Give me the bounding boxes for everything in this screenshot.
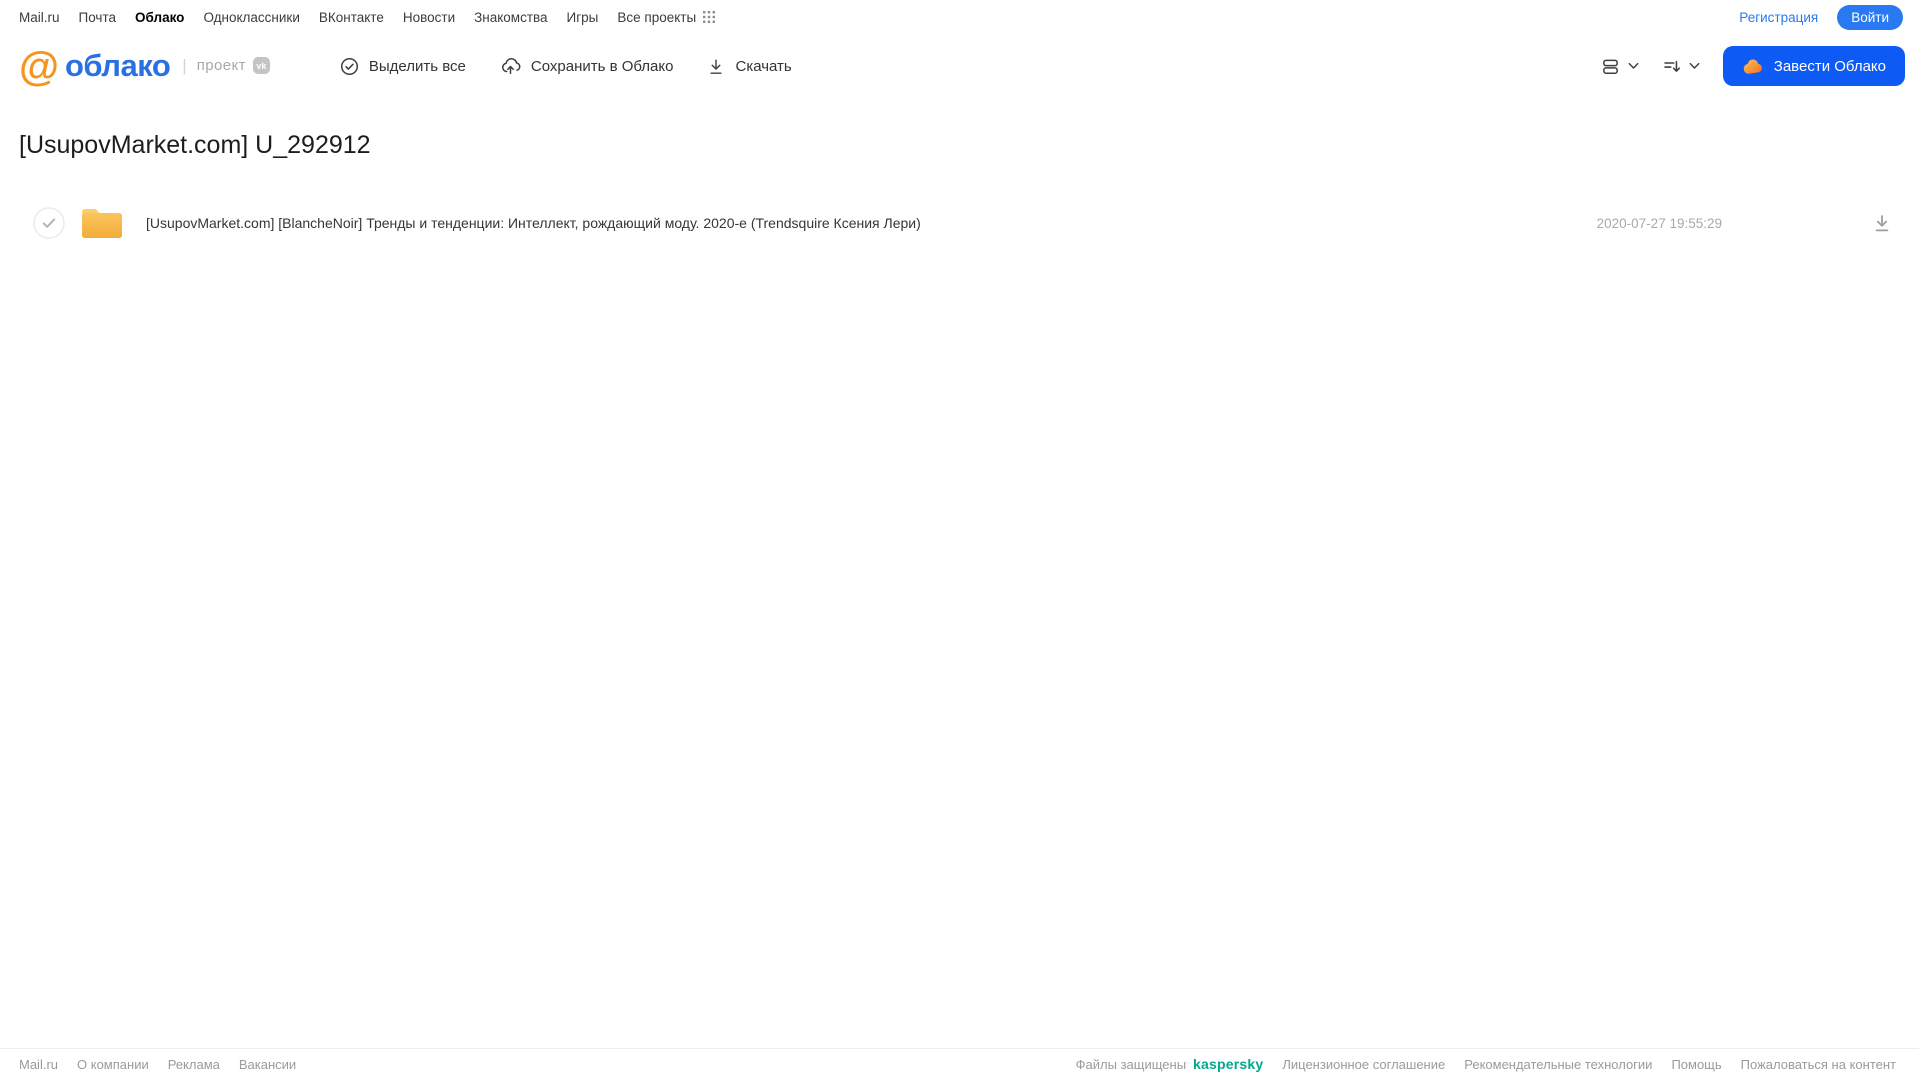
cloud-logo-label: облако <box>64 47 171 83</box>
header-right-controls: Завести Облако <box>1601 46 1905 86</box>
footer-link-report-content[interactable]: Пожаловаться на контент <box>1741 1057 1896 1072</box>
logo-separator: | <box>182 55 187 75</box>
mailru-at-icon: @ <box>19 42 59 89</box>
topnav-item-vkontakte[interactable]: ВКонтакте <box>319 10 384 25</box>
portal-navbar: Mail.ru Почта Облако Одноклассники ВКонт… <box>0 0 1919 34</box>
view-mode-toggle[interactable] <box>1601 57 1639 76</box>
kaspersky-logo[interactable]: kaspersky <box>1193 1056 1263 1072</box>
footer-right-links: Файлы защищены kaspersky Лицензионное со… <box>1076 1056 1896 1072</box>
topnav-item-pochta[interactable]: Почта <box>79 10 117 25</box>
create-cloud-button[interactable]: Завести Облако <box>1722 46 1905 86</box>
topnav-item-znakomstva[interactable]: Знакомства <box>474 10 547 25</box>
footer-link-ads[interactable]: Реклама <box>168 1057 220 1072</box>
main-content: [UsupovMarket.com] U_292912 [UsupovMarke… <box>0 131 1919 240</box>
all-projects-label: Все проекты <box>617 9 697 25</box>
file-toolbar: Выделить все Сохранить в Облако Скачать <box>340 56 792 76</box>
file-modified-date: 2020-07-27 19:55:29 <box>1596 215 1722 231</box>
download-icon <box>707 57 725 76</box>
footer-link-mailru[interactable]: Mail.ru <box>19 1057 58 1072</box>
page-title: [UsupovMarket.com] U_292912 <box>19 131 371 159</box>
footer-link-recommendation-tech[interactable]: Рекомендательные технологии <box>1464 1057 1652 1072</box>
row-select-checkbox[interactable] <box>33 207 65 239</box>
download-label: Скачать <box>735 57 792 75</box>
project-label: проект <box>196 57 246 75</box>
cloud-logo[interactable]: @ облако | проект vk <box>19 42 270 89</box>
protected-by-label: Файлы защищены <box>1075 1057 1187 1072</box>
footer-link-license[interactable]: Лицензионное соглашение <box>1282 1057 1445 1072</box>
topnav-item-odnoklassniki[interactable]: Одноклассники <box>203 10 299 25</box>
create-cloud-label: Завести Облако <box>1773 57 1886 75</box>
topnav-item-novosti[interactable]: Новости <box>403 10 455 25</box>
check-circle-icon <box>340 57 359 76</box>
file-row[interactable]: [UsupovMarket.com] [BlancheNoir] Тренды … <box>19 206 1919 240</box>
cloud-icon <box>1742 56 1765 77</box>
chevron-down-icon <box>1689 62 1700 70</box>
login-button[interactable]: Войти <box>1837 4 1903 30</box>
registration-link[interactable]: Регистрация <box>1739 10 1818 25</box>
topnav-item-mailru[interactable]: Mail.ru <box>19 10 60 25</box>
topnav-item-igry[interactable]: Игры <box>567 10 599 25</box>
chevron-down-icon <box>1628 62 1639 70</box>
select-all-button[interactable]: Выделить все <box>340 56 466 76</box>
vk-badge-icon: vk <box>252 57 270 75</box>
sort-icon <box>1662 57 1681 76</box>
download-icon <box>1872 213 1892 233</box>
sort-toggle[interactable] <box>1662 57 1700 76</box>
footer-link-help[interactable]: Помощь <box>1671 1057 1721 1072</box>
select-all-label: Выделить все <box>368 57 466 75</box>
cloud-upload-icon <box>500 56 521 76</box>
footer-link-about[interactable]: О компании <box>77 1057 149 1072</box>
page-footer: Mail.ru О компании Реклама Вакансии Файл… <box>0 1048 1919 1079</box>
save-to-cloud-button[interactable]: Сохранить в Облако <box>500 56 674 76</box>
apps-grid-icon <box>703 11 716 23</box>
topnav-item-oblako[interactable]: Облако <box>135 10 184 25</box>
folder-icon[interactable] <box>80 206 124 240</box>
save-to-cloud-label: Сохранить в Облако <box>530 57 674 75</box>
kaspersky-protection[interactable]: Файлы защищены kaspersky <box>1076 1056 1264 1072</box>
download-button[interactable]: Скачать <box>707 56 792 76</box>
topnav-item-all-projects[interactable]: Все проекты <box>617 9 716 25</box>
list-view-icon <box>1601 57 1620 76</box>
row-download-button[interactable] <box>1872 213 1892 233</box>
file-name-link[interactable]: [UsupovMarket.com] [BlancheNoir] Тренды … <box>146 215 921 231</box>
footer-link-jobs[interactable]: Вакансии <box>239 1057 296 1072</box>
cloud-header: @ облако | проект vk Выделить все Сохран… <box>0 34 1919 98</box>
